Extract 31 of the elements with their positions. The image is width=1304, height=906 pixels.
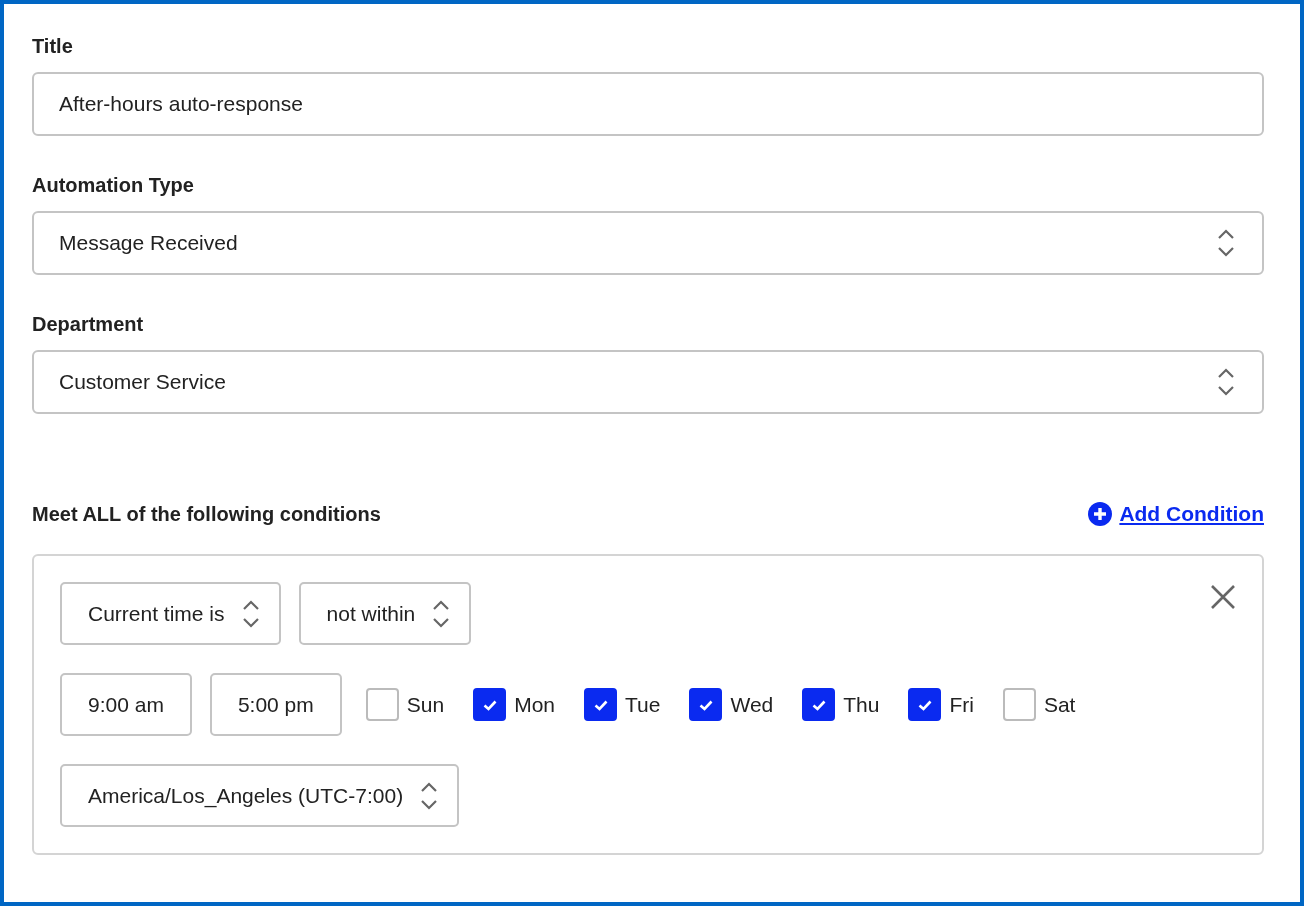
- select-field[interactable]: Customer Service: [32, 350, 1264, 414]
- day-checkbox[interactable]: [365, 688, 399, 721]
- close-icon[interactable]: [1210, 584, 1236, 610]
- chevron-updown-icon: [1216, 227, 1236, 259]
- operator-select[interactable]: not within: [298, 582, 472, 645]
- field-label: Department: [32, 312, 145, 336]
- day-label: Tue: [625, 692, 661, 717]
- subject-select[interactable]: Current time is: [60, 582, 281, 645]
- text-field[interactable]: After-hours auto-response: [32, 72, 1264, 136]
- day-label: Mon: [514, 692, 555, 717]
- day-checkbox[interactable]: [689, 688, 723, 721]
- timezone-select[interactable]: America/Los_Angeles (UTC-7:00): [60, 764, 460, 827]
- day-checkbox[interactable]: [1002, 688, 1036, 721]
- select-field[interactable]: Message Received: [32, 211, 1264, 275]
- plus-circle-icon: [1088, 502, 1113, 526]
- day-checkbox[interactable]: [473, 688, 507, 721]
- day-checkbox[interactable]: [584, 688, 617, 721]
- day-checkbox[interactable]: [908, 688, 942, 721]
- field-label: Automation Type: [32, 173, 195, 197]
- field-label: Title: [32, 34, 74, 58]
- day-label: Thu: [843, 692, 880, 717]
- chevron-updown-icon: [1216, 366, 1236, 398]
- conditions-heading: Meet ALL of the following conditions: [32, 502, 381, 526]
- end-time-field[interactable]: 5:00 pm: [209, 673, 342, 736]
- add-condition-link[interactable]: Add Condition: [1088, 502, 1264, 526]
- day-label: Sun: [406, 692, 445, 717]
- day-label: Fri: [949, 692, 974, 717]
- start-time-field[interactable]: 9:00 am: [60, 673, 192, 736]
- day-label: Wed: [730, 692, 774, 717]
- day-label: Sat: [1043, 692, 1076, 717]
- day-checkbox[interactable]: [802, 688, 836, 721]
